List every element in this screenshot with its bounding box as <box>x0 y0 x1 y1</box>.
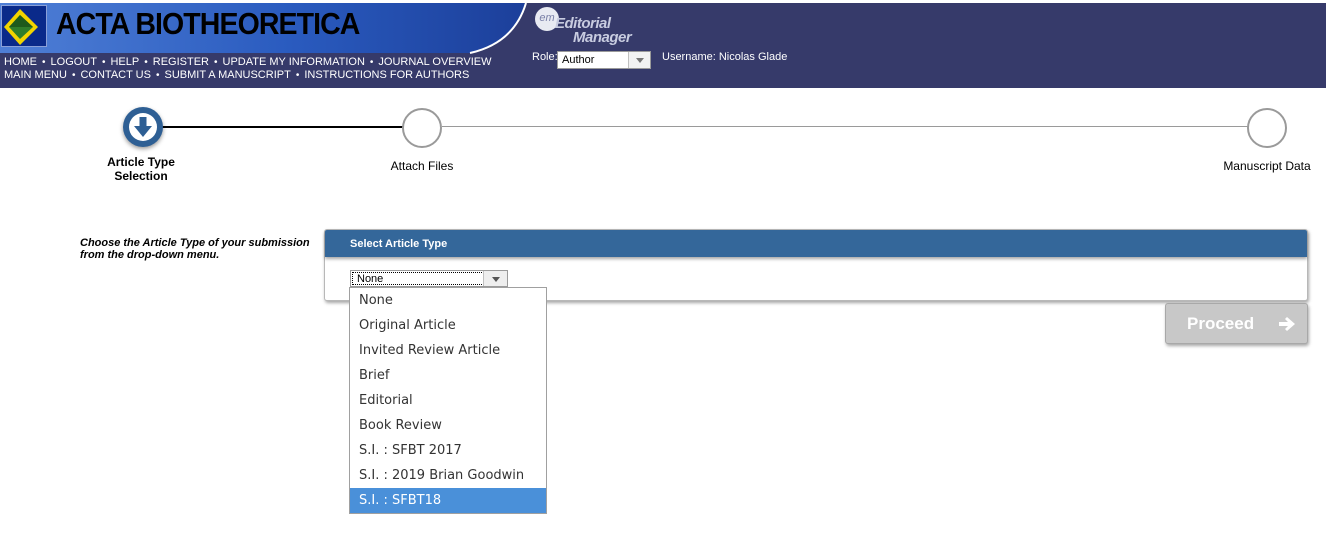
dropdown-option-original-article[interactable]: Original Article <box>350 313 546 338</box>
proceed-button[interactable]: Proceed <box>1165 303 1308 344</box>
nav-separator: • <box>71 70 76 81</box>
nav-help-link[interactable]: HELP <box>110 56 139 68</box>
nav-submit-manuscript-link[interactable]: SUBMIT A MANUSCRIPT <box>164 69 290 81</box>
dropdown-option-invited-review[interactable]: Invited Review Article <box>350 338 546 363</box>
nav-register-link[interactable]: REGISTER <box>153 56 209 68</box>
stepper-line-completed <box>143 126 403 128</box>
dropdown-option-none[interactable]: None <box>350 288 546 313</box>
nav-main-menu-link[interactable]: MAIN MENU <box>4 69 67 81</box>
instruction-text: Choose the Article Type of your submissi… <box>80 237 310 261</box>
dropdown-option-editorial[interactable]: Editorial <box>350 388 546 413</box>
em-logo-text-2: Manager <box>573 29 632 46</box>
nav-instructions-link[interactable]: INSTRUCTIONS FOR AUTHORS <box>304 69 469 81</box>
chevron-down-icon[interactable] <box>628 52 650 68</box>
nav-separator: • <box>101 57 106 68</box>
dropdown-option-si-sfbt-2017[interactable]: S.I. : SFBT 2017 <box>350 438 546 463</box>
step-manuscript-data-circle <box>1247 108 1287 148</box>
article-type-select-value: None <box>352 272 484 285</box>
dropdown-option-book-review[interactable]: Book Review <box>350 413 546 438</box>
step-article-type-label: Article Type Selection <box>107 155 175 183</box>
chevron-down-icon[interactable] <box>483 271 507 286</box>
dropdown-option-si-sfbt18[interactable]: S.I. : SFBT18 <box>350 488 546 513</box>
role-select-value: Author <box>562 54 595 66</box>
step-manuscript-data-label: Manuscript Data <box>1223 159 1311 173</box>
journal-title: ACTA BIOTHEORETICA <box>56 6 360 41</box>
article-type-dropdown: None Original Article Invited Review Art… <box>349 287 547 514</box>
arrow-down-icon <box>129 113 157 141</box>
submission-stepper: Article Type Selection Attach Files Manu… <box>0 100 1326 200</box>
role-label: Role: <box>532 51 558 63</box>
dropdown-option-brief[interactable]: Brief <box>350 363 546 388</box>
nav-journal-overview-link[interactable]: JOURNAL OVERVIEW <box>378 56 491 68</box>
step-article-type-circle <box>123 107 163 147</box>
proceed-button-label: Proceed <box>1187 314 1255 333</box>
page: ACTA BIOTHEORETICA HOME • LOGOUT • HELP • REGI… <box>0 0 1326 533</box>
journal-logo-icon <box>4 9 38 45</box>
nav-separator: • <box>144 57 148 68</box>
arrow-right-icon <box>1279 317 1295 331</box>
nav-update-info-link[interactable]: UPDATE MY INFORMATION <box>223 56 365 68</box>
username-label: Username: Nicolas Glade <box>662 51 788 63</box>
nav-separator: • <box>213 57 218 68</box>
nav-row-2: MAIN MENU • CONTACT US • SUBMIT A MANUSCRIPT… <box>4 69 469 81</box>
nav-separator: • <box>155 70 160 81</box>
nav-row-1: HOME • LOGOUT • HELP • REGISTER • UPDATE MY INFO… <box>4 56 492 68</box>
dropdown-option-si-brian-goodwin[interactable]: S.I. : 2019 Brian Goodwin <box>350 463 546 488</box>
step-attach-files-circle <box>402 108 442 148</box>
panel-title: Select Article Type <box>325 230 1307 257</box>
journal-logo[interactable] <box>1 5 47 47</box>
site-header: ACTA BIOTHEORETICA HOME • LOGOUT • HELP • REGI… <box>0 0 1326 88</box>
step-attach-files-label: Attach Files <box>390 159 454 173</box>
editorial-manager-logo: em Editorial Manager <box>535 7 632 47</box>
nav-separator: • <box>295 70 300 81</box>
nav-contact-us-link[interactable]: CONTACT US <box>80 69 151 81</box>
nav-home-link[interactable]: HOME <box>4 56 37 68</box>
nav-separator: • <box>369 57 374 68</box>
nav-logout-link[interactable]: LOGOUT <box>51 56 97 68</box>
nav-separator: • <box>42 57 46 68</box>
stepper-line-pending <box>442 126 1248 127</box>
article-type-select[interactable]: None <box>350 270 508 287</box>
role-select[interactable]: Author <box>557 51 651 69</box>
